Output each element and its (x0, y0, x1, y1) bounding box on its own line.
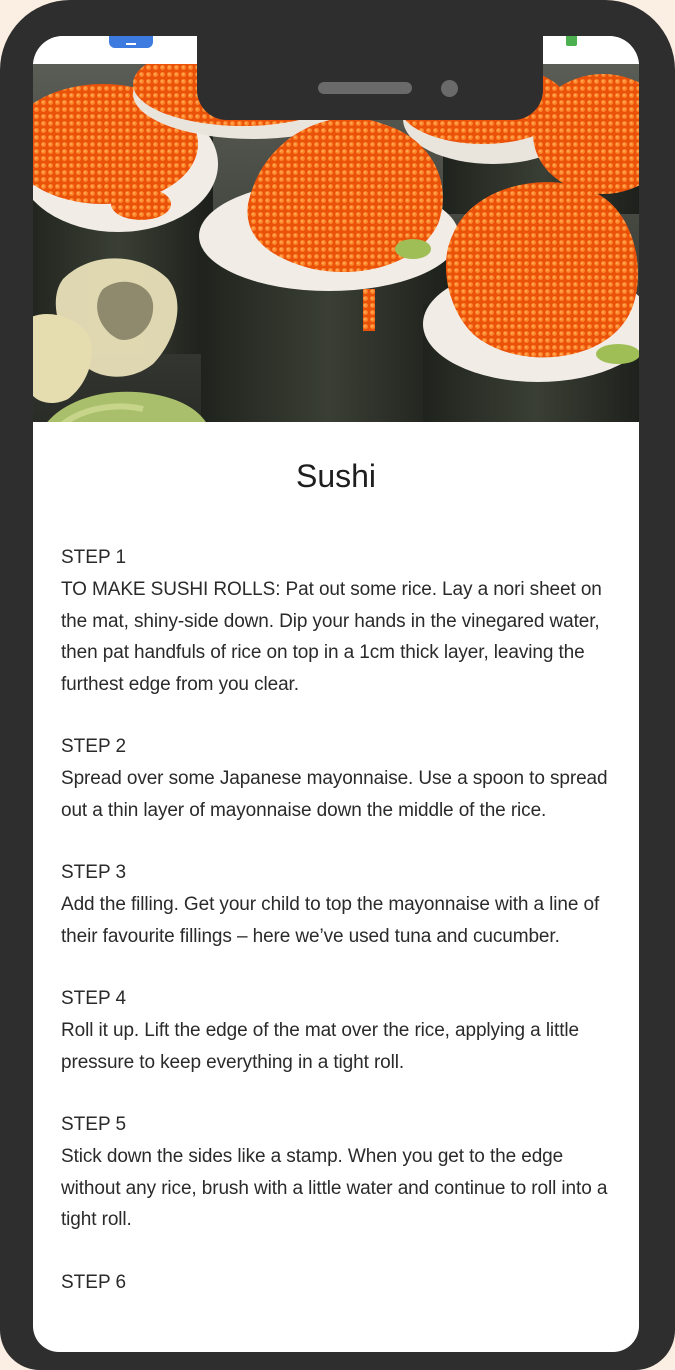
phone-notch (197, 36, 543, 120)
step-3: STEP 3 Add the filling. Get your child t… (61, 857, 611, 952)
step-label: STEP 3 (61, 862, 127, 883)
step-6: STEP 6 (61, 1267, 611, 1299)
step-label: STEP 5 (61, 1114, 127, 1135)
step-5: STEP 5 Stick down the sides like a stamp… (61, 1109, 611, 1236)
phone-frame: Sushi STEP 1 TO MAKE SUSHI ROLLS: Pat ou… (0, 0, 675, 1370)
step-label: STEP 4 (61, 988, 127, 1009)
step-text: Spread over some Japanese mayonnaise. Us… (61, 768, 608, 821)
step-text: TO MAKE SUSHI ROLLS: Pat out some rice. … (61, 579, 602, 695)
phone-screen: Sushi STEP 1 TO MAKE SUSHI ROLLS: Pat ou… (33, 36, 639, 1352)
battery-icon (566, 36, 577, 46)
step-text: Roll it up. Lift the edge of the mat ove… (61, 1020, 580, 1073)
step-label: STEP 2 (61, 736, 127, 757)
speaker-grille (318, 82, 412, 94)
front-camera (441, 80, 458, 97)
step-1: STEP 1 TO MAKE SUSHI ROLLS: Pat out some… (61, 542, 611, 700)
recipe-content: Sushi STEP 1 TO MAKE SUSHI ROLLS: Pat ou… (33, 422, 639, 1330)
step-label: STEP 1 (61, 547, 127, 568)
recipe-title: Sushi (295, 458, 377, 494)
step-label: STEP 6 (61, 1271, 127, 1293)
step-2: STEP 2 Spread over some Japanese mayonna… (61, 731, 611, 826)
step-text: Add the filling. Get your child to top t… (61, 894, 600, 947)
step-4: STEP 4 Roll it up. Lift the edge of the … (61, 983, 611, 1078)
recipe-steps: STEP 1 TO MAKE SUSHI ROLLS: Pat out some… (61, 542, 611, 1299)
step-text: Stick down the sides like a stamp. When … (61, 1146, 608, 1230)
download-notification-icon (109, 36, 153, 48)
